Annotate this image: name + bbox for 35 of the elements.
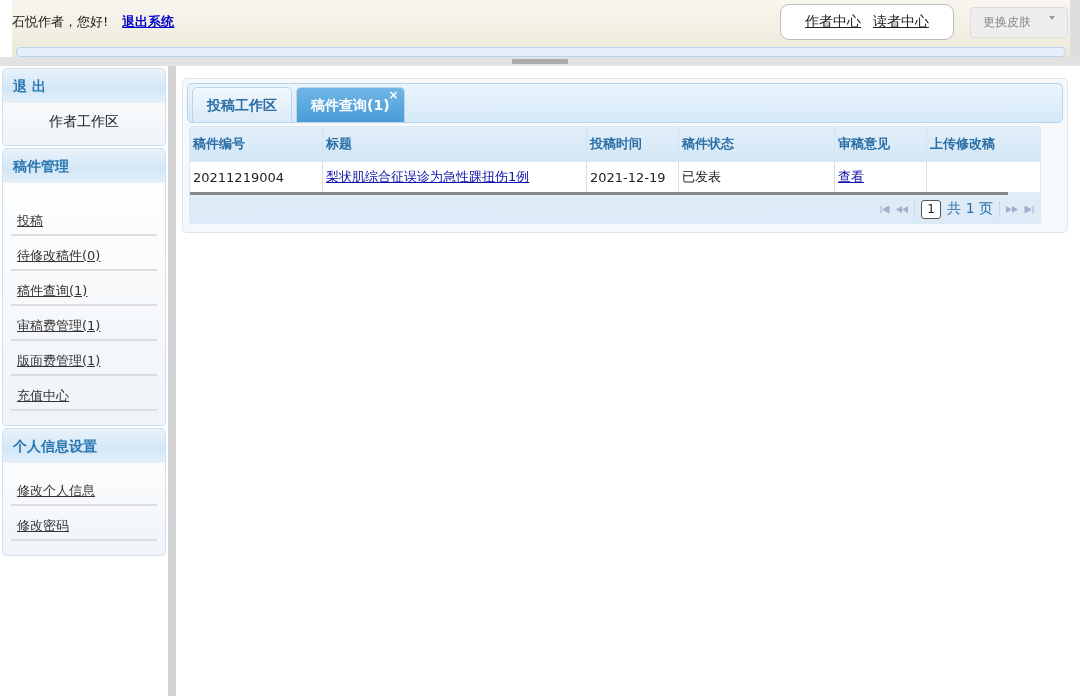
sidebar-link[interactable]: 修改密码 [17,517,69,535]
sidebar-link[interactable]: 修改个人信息 [17,482,95,500]
sidebar-link[interactable]: 充值中心 [17,387,69,405]
column-header[interactable]: 稿件编号 [190,127,323,161]
center-link[interactable]: 作者中心 [805,13,861,31]
page-total: 共 1 页 [947,200,993,218]
tab[interactable]: 投稿工作区 [192,87,292,122]
panel-title[interactable]: 退 出 [3,69,165,103]
review-link[interactable]: 查看 [838,168,864,186]
previous-page-icon[interactable] [896,205,909,213]
panel-title[interactable]: 个人信息设置 [3,429,165,463]
title-link[interactable]: 梨状肌综合征误诊为急性踝扭伤1例 [326,168,530,186]
sidebar-link[interactable]: 审稿费管理(1) [17,317,101,335]
greeting-text: 石悦作者，您好! [12,13,109,31]
page-input[interactable]: 1 [921,199,942,219]
scrollbar[interactable] [190,192,1008,195]
splitter-bar[interactable] [0,57,1080,66]
sidebar-label: 作者工作区 [48,112,120,131]
sidebar-link[interactable]: 版面费管理(1) [17,352,101,370]
caret-icon [1049,15,1055,20]
sidebar-link[interactable]: 投稿 [17,212,43,230]
column-header[interactable]: 审稿意见 [835,127,927,161]
column-header[interactable]: 标题 [323,127,587,161]
sidebar-link[interactable]: 稿件查询(1) [17,282,88,300]
column-header[interactable]: 投稿时间 [587,127,679,161]
logout-link[interactable]: 退出系统 [122,13,175,31]
splitter-handle[interactable] [512,59,568,64]
column-header[interactable]: 稿件状态 [679,127,835,161]
panel-title[interactable]: 稿件管理 [3,149,165,183]
column-header[interactable]: 上传修改稿 [927,127,1040,161]
next-page-icon[interactable] [1006,205,1018,213]
center-link[interactable]: 读者中心 [873,13,929,31]
first-page-icon[interactable] [880,205,891,213]
sidebar-link[interactable]: 待修改稿件(0) [17,247,101,265]
last-page-icon[interactable] [1024,205,1034,213]
